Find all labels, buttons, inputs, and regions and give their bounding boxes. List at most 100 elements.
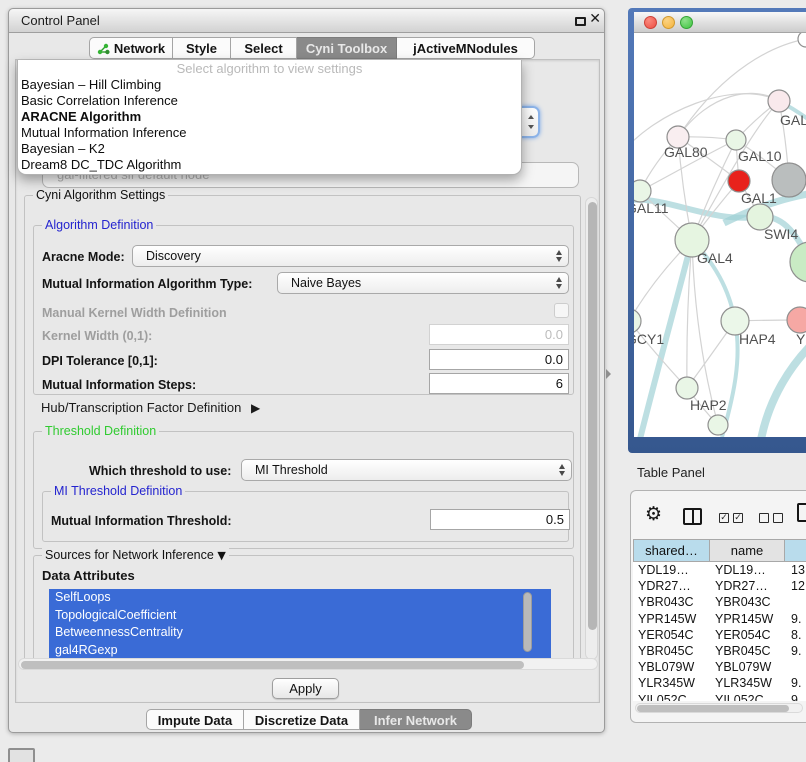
network-node-gal[interactable] [768,90,790,112]
table-cell[interactable]: YDR27… [710,578,785,594]
tab-discretize-data[interactable]: Discretize Data [244,709,360,730]
algorithm-option[interactable]: Dream8 DC_TDC Algorithm [18,157,521,173]
table-cell[interactable]: YDL19… [633,562,710,578]
mi-algorithm-type-combo[interactable]: Naive Bayes [277,272,569,294]
tab-infer-network[interactable]: Infer Network [360,709,472,730]
table-row[interactable]: YER054CYER054C8. [633,627,806,643]
mi-threshold-field[interactable]: 0.5 [430,509,570,530]
aracne-mode-combo[interactable]: Discovery [132,245,569,267]
mi-steps-field[interactable]: 6 [429,373,569,394]
table-cell[interactable]: 9 [785,692,806,702]
tab-jactivemnodules[interactable]: jActiveMNodules [397,37,535,59]
algorithm-option[interactable]: Mutual Information Inference [18,125,521,141]
network-canvas[interactable]: GALGAL80GAL10GAL1GAL11SWI4GAL4GCY1HAP4YH… [634,33,806,437]
table-cell[interactable]: YPR145W [710,611,785,627]
table-cell[interactable]: YDL19… [710,562,785,578]
network-graph[interactable]: GALGAL80GAL10GAL1GAL11SWI4GAL4GCY1HAP4YH… [634,33,806,437]
tab-style[interactable]: Style [173,37,231,59]
table-row[interactable]: YDR27…YDR27…12 [633,578,806,594]
check-all-icon[interactable]: ✓ [719,513,729,523]
network-node-y[interactable] [787,307,806,333]
table-cell[interactable]: 9. [785,643,806,659]
tab-cyni-toolbox[interactable]: Cyni Toolbox [297,37,397,59]
inference-algorithm-combo-fragment[interactable] [520,106,540,138]
document-icon[interactable] [797,503,806,522]
algorithm-option[interactable]: Basic Correlation Inference [18,93,521,109]
table-row[interactable]: YBR043CYBR043C [633,594,806,610]
mac-zoom-button[interactable] [680,16,693,29]
float-window-icon[interactable] [575,17,586,26]
algorithm-option[interactable]: ARACNE Algorithm [18,109,521,125]
table-row[interactable]: YIL052CYIL052C9 [633,692,806,702]
table-row[interactable]: YDL19…YDL19…13 [633,562,806,578]
network-node-gal11[interactable] [634,180,651,202]
minimized-panel-icon[interactable] [8,748,35,762]
table-cell[interactable]: YBL079W [710,659,785,675]
tab-network[interactable]: Network [89,37,173,59]
network-node-gal1[interactable] [728,170,750,192]
uncheck-all-icon[interactable] [759,513,769,523]
mac-close-button[interactable] [644,16,657,29]
table-row[interactable]: YLR345WYLR345W9. [633,675,806,691]
collapse-arrow-icon[interactable]: ▼ [217,549,225,562]
table-cell[interactable]: YBR045C [633,643,710,659]
table-cell[interactable] [785,659,806,675]
table-row[interactable]: YBR045CYBR045C9. [633,643,806,659]
table-cell[interactable]: YBL079W [633,659,710,675]
mac-minimize-button[interactable] [662,16,675,29]
horizontal-scrollbar-thumb[interactable] [21,661,524,669]
table-scrollbar-thumb[interactable] [637,705,789,712]
network-window-titlebar[interactable] [634,12,806,33]
gear-icon[interactable]: ⚙ [645,501,662,527]
table-cell[interactable]: 12 [785,578,806,594]
settings-scrollbar-thumb[interactable] [588,202,597,630]
table-cell[interactable]: YBR045C [710,643,785,659]
table-cell[interactable]: 8. [785,627,806,643]
network-node[interactable] [790,242,806,282]
table-cell[interactable]: YBR043C [633,594,710,610]
column-header-shared[interactable]: shared… [633,539,710,562]
hub-factor-section[interactable]: Hub/Transcription Factor Definition ▶ [41,400,260,415]
table-cell[interactable]: YDR27… [633,578,710,594]
network-node-gal10[interactable] [726,130,746,150]
network-node[interactable] [798,33,806,47]
table-cell[interactable]: YBR043C [710,594,785,610]
table-cell[interactable]: 9. [785,611,806,627]
network-node-gcy1[interactable] [634,309,641,333]
data-attribute-item[interactable]: SelfLoops [49,589,551,607]
table-cell[interactable]: YIL052C [633,692,710,702]
algorithm-option[interactable]: Bayesian – K2 [18,141,521,157]
table-horizontal-scrollbar[interactable] [635,703,803,713]
tab-impute-data[interactable]: Impute Data [146,709,244,730]
data-attribute-item[interactable]: gal4RGexp [49,642,551,660]
panel-splitter-handle[interactable] [606,369,611,379]
table-row[interactable]: YPR145WYPR145W9. [633,611,806,627]
which-threshold-combo[interactable]: MI Threshold [241,459,572,481]
column-header-name[interactable]: name [710,539,785,562]
table-cell[interactable]: YLR345W [710,675,785,691]
data-attribute-item[interactable]: TopologicalCoefficient [49,607,551,625]
manual-kernel-width-checkbox[interactable] [554,303,569,318]
uncheck-all-icon-2[interactable] [773,513,783,523]
algorithm-option[interactable]: Bayesian – Hill Climbing [18,77,521,93]
tab-select[interactable]: Select [231,37,297,59]
table-cell[interactable]: 13 [785,562,806,578]
dpi-tolerance-field[interactable]: 0.0 [429,349,569,370]
column-layout-icon[interactable] [683,508,702,525]
network-node[interactable] [772,163,806,197]
expand-arrow-icon[interactable]: ▶ [251,401,260,415]
attributes-list-scrollbar[interactable] [523,592,532,652]
settings-vertical-scrollbar[interactable] [585,197,598,660]
kernel-width-field[interactable]: 0.0 [429,324,569,345]
column-header-cut[interactable] [785,539,806,562]
table-cell[interactable]: YER054C [710,627,785,643]
table-cell[interactable]: YLR345W [633,675,710,691]
network-node[interactable] [708,415,728,435]
check-all-icon-2[interactable]: ✓ [733,513,743,523]
data-attribute-item[interactable]: BetweennessCentrality [49,624,551,642]
table-cell[interactable] [785,594,806,610]
network-node-hap2[interactable] [676,377,698,399]
table-cell[interactable]: YPR145W [633,611,710,627]
settings-horizontal-scrollbar[interactable] [18,658,598,670]
table-cell[interactable]: YER054C [633,627,710,643]
